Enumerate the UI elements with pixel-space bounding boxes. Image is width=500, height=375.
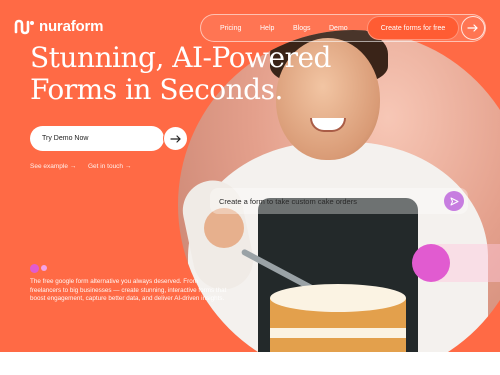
headline-line-2: Forms in Seconds. <box>30 73 283 106</box>
create-forms-button[interactable]: Create forms for free <box>367 16 459 40</box>
chef-hand <box>204 208 244 248</box>
cake-frosting-top <box>270 284 406 312</box>
nav-link-blogs[interactable]: Blogs <box>293 25 311 32</box>
send-button[interactable] <box>444 191 464 211</box>
nav-arrow-button[interactable] <box>461 16 485 40</box>
hero-description: The free google form alternative you alw… <box>30 278 227 303</box>
nav-link-help[interactable]: Help <box>260 25 274 32</box>
page-bottom-section <box>0 352 500 375</box>
decorative-light-dot <box>41 265 47 271</box>
nav-link-demo[interactable]: Demo <box>329 25 348 32</box>
cake-cream-layer <box>270 328 406 338</box>
headline-line-1: Stunning, AI-Powered <box>30 41 331 74</box>
top-nav: Pricing Help Blogs Demo Create forms for… <box>200 14 486 42</box>
try-demo-arrow-button[interactable] <box>163 126 188 151</box>
brand-logo[interactable]: nuraform <box>14 18 103 35</box>
page-title: Stunning, AI-Powered Forms in Seconds. <box>30 42 331 106</box>
logo-icon <box>14 19 34 34</box>
nav-link-pricing[interactable]: Pricing <box>220 25 241 32</box>
decorative-pink-dot <box>30 264 39 273</box>
arrow-right-icon <box>169 134 181 143</box>
decorative-pink-circle <box>412 244 450 282</box>
see-example-link[interactable]: See example → <box>30 163 76 170</box>
prompt-input[interactable]: Create a form to take custom cake orders <box>210 188 468 214</box>
arrow-right-icon <box>467 24 478 32</box>
hero-section: nuraform Pricing Help Blogs Demo Create … <box>0 0 500 352</box>
get-in-touch-link[interactable]: Get in touch → <box>88 163 131 170</box>
send-icon <box>450 197 458 205</box>
try-demo-button[interactable]: Try Demo Now <box>30 126 164 151</box>
brand-name: nuraform <box>39 18 104 35</box>
prompt-text: Create a form to take custom cake orders <box>219 196 357 206</box>
